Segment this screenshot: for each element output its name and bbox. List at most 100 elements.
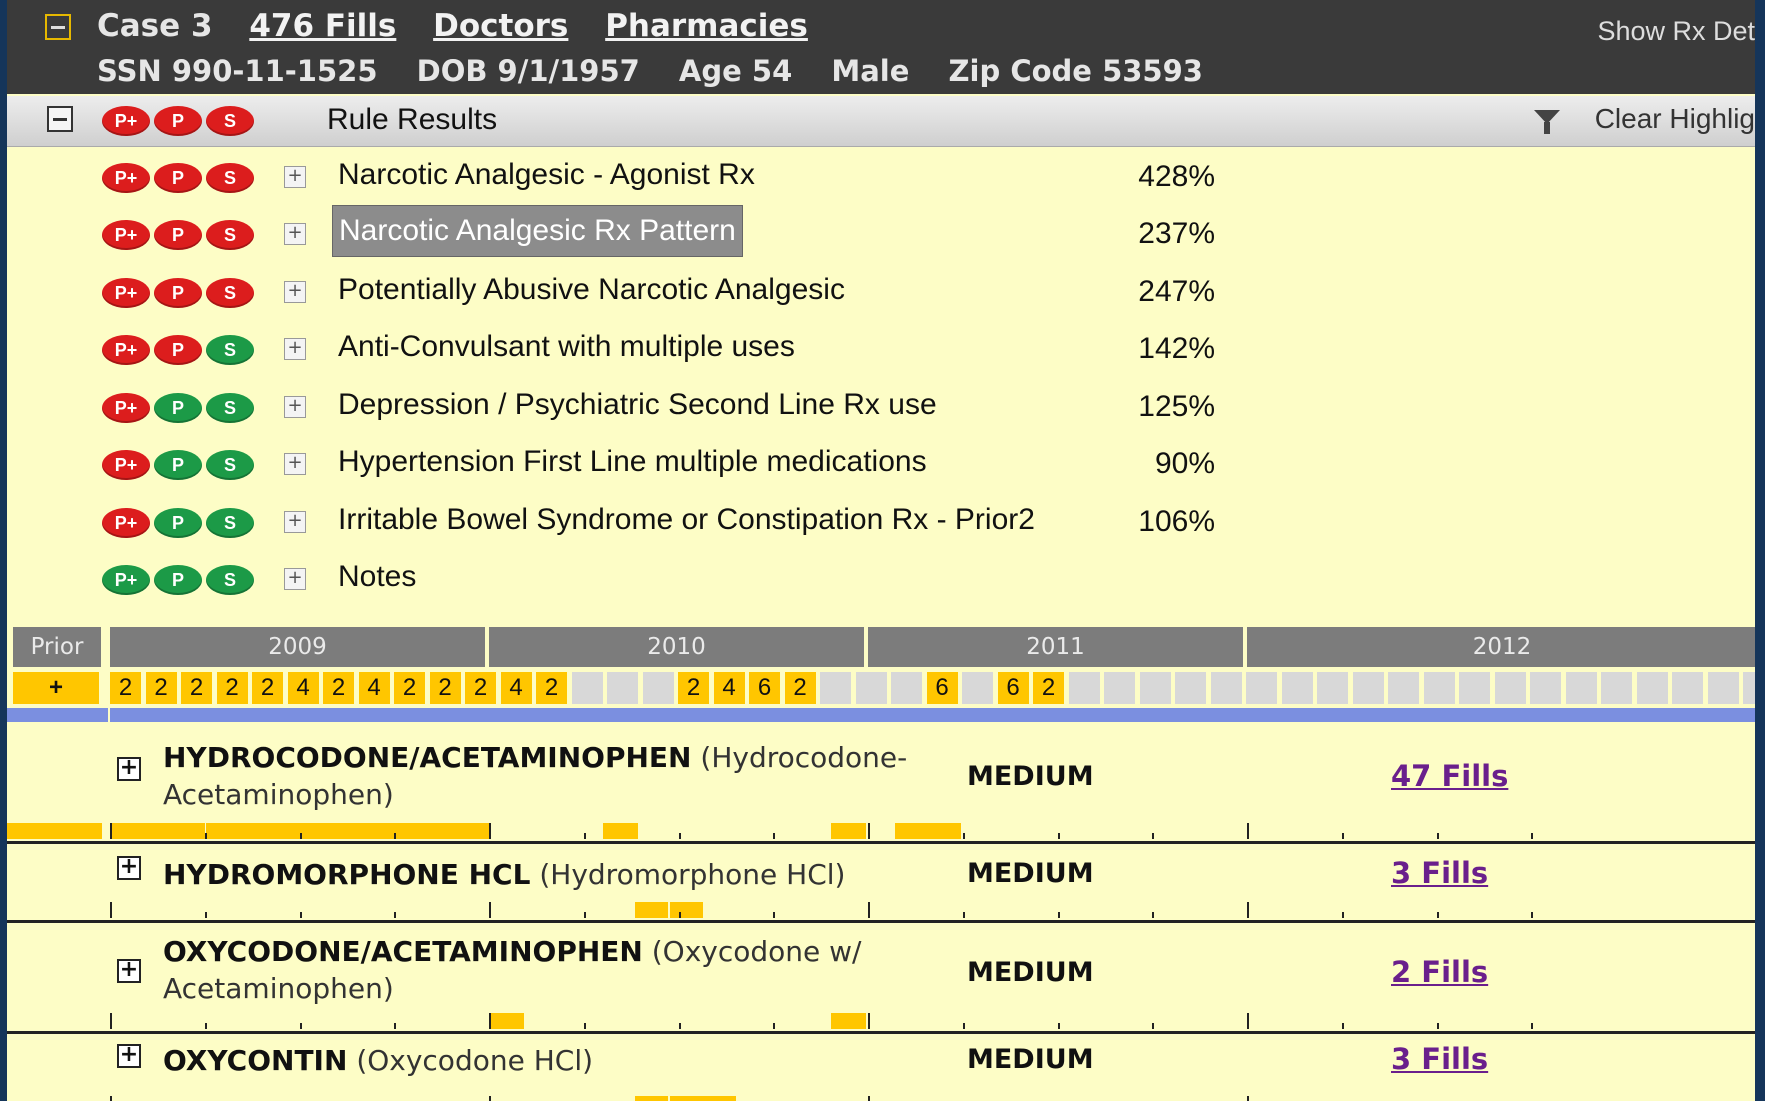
rule-label[interactable]: Depression / Psychiatric Second Line Rx …: [332, 386, 943, 424]
month-fill-cell[interactable]: [1104, 672, 1137, 704]
rule-row[interactable]: P+ P S + Narcotic Analgesic - Agonist Rx 428%: [7, 150, 1755, 206]
collapse-rules-icon[interactable]: [47, 106, 73, 132]
fill-bar[interactable]: [635, 902, 668, 918]
rule-row[interactable]: P+ P S + Irritable Bowel Syndrome or Constip…: [7, 495, 1755, 551]
month-fill-cell[interactable]: [1672, 672, 1705, 704]
month-fill-cell[interactable]: [855, 672, 889, 704]
month-fill-cell[interactable]: [1494, 672, 1528, 704]
rule-row[interactable]: P+ P S + Hypertension First Line multiple me…: [7, 437, 1755, 493]
clear-highlight-button[interactable]: Clear Highlig: [1595, 103, 1755, 135]
fills-link[interactable]: 3 Fills: [1391, 856, 1488, 890]
month-fill-cell[interactable]: 2: [181, 672, 214, 704]
rule-label[interactable]: Narcotic Analgesic Rx Pattern: [332, 205, 743, 257]
fills-link[interactable]: 476 Fills: [249, 8, 396, 44]
fills-link[interactable]: 47 Fills: [1391, 759, 1508, 793]
fill-bar[interactable]: [670, 902, 703, 918]
pharmacies-link[interactable]: Pharmacies: [605, 8, 808, 44]
month-fill-cell[interactable]: 4: [500, 672, 534, 704]
expand-rule-icon[interactable]: +: [284, 223, 306, 245]
month-fill-cell[interactable]: [607, 672, 640, 704]
fill-bar[interactable]: [635, 1096, 668, 1101]
month-fill-cell[interactable]: [1530, 672, 1563, 704]
month-fill-cell[interactable]: [642, 672, 676, 704]
month-fill-cell[interactable]: 2: [1033, 672, 1066, 704]
month-fill-cell[interactable]: [820, 672, 853, 704]
month-fill-cell[interactable]: 2: [145, 672, 179, 704]
month-fill-cell[interactable]: 4: [358, 672, 392, 704]
expand-drug-icon[interactable]: +: [117, 1044, 141, 1068]
rule-label[interactable]: Irritable Bowel Syndrome or Constipation…: [332, 501, 1041, 539]
fill-bar[interactable]: [7, 823, 102, 839]
rule-label[interactable]: Notes: [332, 558, 422, 596]
month-fill-cell[interactable]: [1139, 672, 1173, 704]
month-fill-cell[interactable]: [1246, 672, 1279, 704]
month-fill-cell[interactable]: 2: [216, 672, 250, 704]
fill-bar[interactable]: [831, 823, 866, 839]
fill-bar[interactable]: [670, 1096, 736, 1101]
month-fill-cell[interactable]: 6: [926, 672, 960, 704]
expand-rule-icon[interactable]: +: [284, 511, 306, 533]
fill-bar[interactable]: [489, 1013, 524, 1029]
rule-row[interactable]: P+ P S + Potentially Abusive Narcotic Analge…: [7, 265, 1755, 321]
expand-rule-icon[interactable]: +: [284, 166, 306, 188]
month-fill-cell[interactable]: 2: [323, 672, 356, 704]
rule-label[interactable]: Hypertension First Line multiple medicat…: [332, 443, 933, 481]
rule-label[interactable]: Narcotic Analgesic - Agonist Rx: [332, 156, 761, 194]
rule-label[interactable]: Anti-Convulsant with multiple uses: [332, 328, 801, 366]
month-fill-cell[interactable]: [1068, 672, 1102, 704]
month-fill-cell[interactable]: [1743, 672, 1755, 704]
fill-bar[interactable]: [895, 823, 961, 839]
month-fill-cell[interactable]: 2: [536, 672, 569, 704]
fills-link[interactable]: 2 Fills: [1391, 955, 1488, 989]
filter-icon[interactable]: [1534, 110, 1560, 134]
rule-row[interactable]: P+ P S + Depression / Psychiatric Second Lin…: [7, 380, 1755, 436]
month-fill-cell[interactable]: [962, 672, 995, 704]
show-rx-details-link[interactable]: Show Rx Det: [1597, 16, 1755, 47]
fill-bar[interactable]: [301, 823, 396, 839]
month-fill-cell[interactable]: [1281, 672, 1315, 704]
fills-link[interactable]: 3 Fills: [1391, 1042, 1488, 1076]
month-fill-cell[interactable]: [1636, 672, 1670, 704]
month-fill-cell[interactable]: 4: [287, 672, 321, 704]
fill-bar[interactable]: [396, 823, 491, 839]
rule-row[interactable]: P+ P S + Narcotic Analgesic Rx Pattern 237%: [7, 205, 1755, 263]
rule-label[interactable]: Potentially Abusive Narcotic Analgesic: [332, 271, 851, 309]
month-fill-cell[interactable]: [571, 672, 605, 704]
fill-bar[interactable]: [110, 823, 205, 839]
fill-bar[interactable]: [831, 1013, 866, 1029]
expand-rule-icon[interactable]: +: [284, 568, 306, 590]
collapse-case-icon[interactable]: [45, 14, 71, 40]
expand-drug-icon[interactable]: +: [117, 856, 141, 880]
expand-rule-icon[interactable]: +: [284, 396, 306, 418]
month-fill-cell[interactable]: 2: [465, 672, 498, 704]
fill-bar[interactable]: [206, 823, 301, 839]
month-fill-cell[interactable]: 6: [749, 672, 782, 704]
month-fill-cell[interactable]: [1317, 672, 1350, 704]
month-fill-cell[interactable]: [1175, 672, 1208, 704]
fill-bar[interactable]: [603, 823, 638, 839]
month-fill-cell[interactable]: [1210, 672, 1244, 704]
month-fill-cell[interactable]: [1423, 672, 1457, 704]
rule-row[interactable]: P+ P S + Anti-Convulsant with multiple uses 1…: [7, 322, 1755, 378]
prior-cell[interactable]: +: [13, 672, 101, 704]
month-fill-cell[interactable]: [1565, 672, 1599, 704]
rule-row[interactable]: P+ P S + Notes: [7, 552, 1755, 608]
month-fill-cell[interactable]: [1601, 672, 1634, 704]
month-fill-cell[interactable]: 6: [997, 672, 1031, 704]
month-fill-cell[interactable]: 2: [678, 672, 711, 704]
month-fill-cell[interactable]: [1352, 672, 1386, 704]
month-fill-cell[interactable]: [891, 672, 924, 704]
expand-rule-icon[interactable]: +: [284, 453, 306, 475]
month-fill-cell[interactable]: 4: [713, 672, 747, 704]
month-fill-cell[interactable]: [1707, 672, 1741, 704]
month-fill-cell[interactable]: [1459, 672, 1492, 704]
month-fill-cell[interactable]: 2: [784, 672, 818, 704]
expand-drug-icon[interactable]: +: [117, 757, 141, 781]
month-fill-cell[interactable]: 2: [252, 672, 285, 704]
expand-rule-icon[interactable]: +: [284, 338, 306, 360]
month-fill-cell[interactable]: 2: [394, 672, 427, 704]
doctors-link[interactable]: Doctors: [433, 8, 568, 44]
month-fill-cell[interactable]: [1388, 672, 1421, 704]
month-fill-cell[interactable]: 2: [110, 672, 143, 704]
month-fill-cell[interactable]: 2: [429, 672, 463, 704]
